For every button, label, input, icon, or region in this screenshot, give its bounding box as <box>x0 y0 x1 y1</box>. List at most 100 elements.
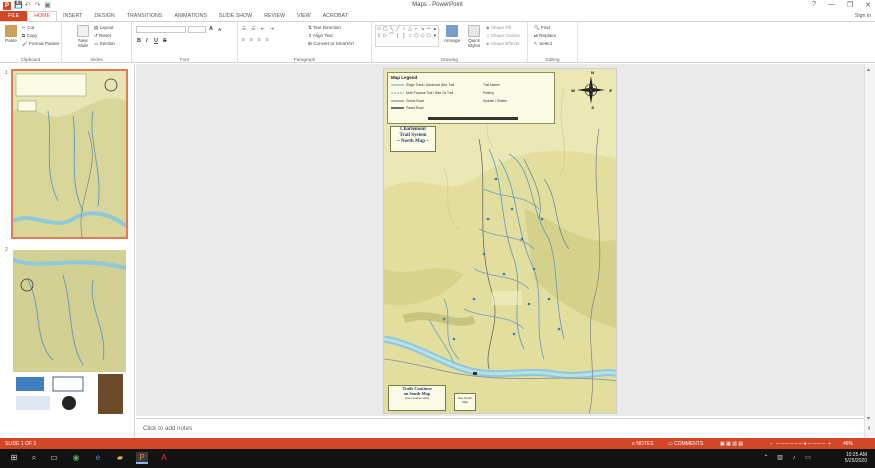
legend-entry: Hydrant / Shelter <box>483 99 507 103</box>
font-group: A A B I U S Font <box>132 22 238 63</box>
shapes-gallery[interactable]: ▭ ▢ ╲ ╱ ○ △ ⌐ ↘ ⇨ ▴ ⇩ ▷ ⌒{} ☆ ⬡ ◇ ⬠ ▾ <box>375 25 439 47</box>
volume-icon[interactable]: ♪ <box>788 452 800 464</box>
window-controls: ? — ❐ ✕ <box>812 1 871 9</box>
slide-thumbnail-2[interactable] <box>13 250 126 416</box>
paste-button[interactable]: Paste <box>3 25 19 43</box>
reset-button[interactable]: ↺ Reset <box>94 33 111 39</box>
find-label: Find <box>541 25 550 30</box>
convert-smartart-button[interactable]: ⊞ Convert to SmartArt <box>308 41 354 47</box>
south-map-note: See South Map <box>454 393 476 411</box>
map-legend: Map Legend Single Track / Advanced Bike … <box>387 72 555 124</box>
start-icon[interactable]: ⊞ <box>8 452 20 464</box>
previous-slide-icon[interactable]: ⇞ <box>867 426 871 432</box>
powerpoint-taskbar-icon[interactable]: P <box>136 452 148 464</box>
section-button[interactable]: ▭ Section <box>94 41 115 47</box>
layout-button[interactable]: ▤ Layout <box>94 25 113 31</box>
vertical-scrollbar[interactable]: ▴ ▾ ⇞ <box>864 64 875 438</box>
format-painter-button[interactable]: 🖌 Format Painter <box>22 41 60 47</box>
find-button[interactable]: 🔍 Find <box>534 25 550 31</box>
legend-title: Map Legend <box>391 75 418 80</box>
slide-thumbnails-pane: 1 2 <box>0 64 135 438</box>
thumbnail-map-1 <box>13 71 126 237</box>
scroll-down-icon[interactable]: ▾ <box>867 415 870 422</box>
select-button[interactable]: ↖ Select <box>534 41 552 47</box>
select-label: Select <box>539 41 552 46</box>
paste-label: Paste <box>5 38 17 43</box>
quick-styles-button[interactable]: Quick Styles <box>464 25 484 48</box>
cut-button[interactable]: ✂ Cut <box>22 25 34 31</box>
shape-fill-button[interactable]: ◆ Shape Fill <box>486 25 511 31</box>
arrange-button[interactable]: Arrange <box>442 25 462 43</box>
sign-in-link[interactable]: Sign in <box>855 13 871 19</box>
compass-rose-icon <box>577 76 605 104</box>
slide-counter: SLIDE 1 OF 2 <box>5 441 37 447</box>
system-clock[interactable]: 10:25 AM 5/25/2020 <box>845 452 867 464</box>
bold-button[interactable]: B <box>137 38 141 44</box>
slide-number-2: 2 <box>5 247 8 253</box>
view-buttons[interactable]: ▣ ▦ ▥ ▤ <box>720 441 743 447</box>
minimize-button[interactable]: — <box>828 1 835 9</box>
compass-south-label: S <box>591 105 594 110</box>
clipboard-group-label: Clipboard <box>20 57 41 62</box>
legend-entry: Paved Road <box>406 106 424 110</box>
task-view-icon[interactable]: ▭ <box>48 452 60 464</box>
tray-up-icon[interactable]: ⌃ <box>760 452 772 464</box>
clock-date: 5/25/2020 <box>844 458 867 464</box>
edge-icon[interactable]: e <box>92 452 104 464</box>
zoom-level[interactable]: 46% <box>843 441 853 447</box>
compass-west-label: W <box>571 88 575 93</box>
title-bar: P 💾 ↶ ↷ ▣ Maps - PowerPoint ? — ❐ ✕ <box>0 0 875 11</box>
italic-button[interactable]: I <box>146 38 148 44</box>
convert-smartart-label: Convert to SmartArt <box>313 41 354 46</box>
shape-effects-button[interactable]: ◈ Shape Effects <box>486 41 519 47</box>
shape-outline-button[interactable]: ◇ Shape Outline <box>486 33 520 39</box>
zoom-slider[interactable]: − ──────●──── + <box>770 441 832 447</box>
clipboard-group: Paste ✂ Cut ⧉ Copy 🖌 Format Painter Clip… <box>0 22 62 63</box>
quick-styles-label: Quick Styles <box>467 38 481 48</box>
close-button[interactable]: ✕ <box>865 1 871 9</box>
comments-toggle-label: COMMENTS <box>674 441 704 447</box>
shape-effects-label: Shape Effects <box>490 41 520 46</box>
font-size-box[interactable] <box>188 26 206 33</box>
chrome-icon[interactable]: ◉ <box>70 452 82 464</box>
arrange-label: Arrange <box>443 38 461 43</box>
font-name-box[interactable] <box>136 26 186 33</box>
strikethrough-button[interactable]: S <box>163 38 167 44</box>
shape-icon[interactable]: ▾ <box>432 33 438 40</box>
align-text-button[interactable]: ⇕ Align Text <box>308 33 333 39</box>
keyboard-icon[interactable]: ▭ <box>802 452 814 464</box>
new-slide-label: New Slide <box>77 38 89 48</box>
text-direction-label: Text Direction <box>313 25 341 30</box>
slide-thumbnail-1[interactable] <box>11 69 128 239</box>
underline-button[interactable]: U <box>154 38 158 44</box>
align-icons[interactable]: ≡ ≡ ≡ ≡ <box>242 37 271 42</box>
slide-canvas[interactable]: Map Legend Single Track / Advanced Bike … <box>383 68 617 414</box>
file-explorer-icon[interactable]: ▰ <box>114 452 126 464</box>
notes-pane[interactable]: Click to add notes <box>136 418 864 438</box>
compass-east-label: E <box>609 88 612 93</box>
font-group-label: Font <box>179 57 190 62</box>
slides-group: New Slide ▤ Layout ↺ Reset ▭ Section Sli… <box>62 22 132 63</box>
ribbon: Paste ✂ Cut ⧉ Copy 🖌 Format Painter Clip… <box>0 21 875 63</box>
scroll-up-icon[interactable]: ▴ <box>867 66 870 73</box>
copy-button[interactable]: ⧉ Copy <box>22 33 37 38</box>
replace-label: Replace <box>539 33 556 38</box>
notes-placeholder[interactable]: Click to add notes <box>143 425 192 432</box>
grow-font-button[interactable]: A <box>209 26 213 32</box>
replace-button[interactable]: ⇄ Replace <box>534 33 556 39</box>
notes-toggle[interactable]: ≡ NOTES <box>632 441 654 447</box>
text-direction-button[interactable]: ⇅ Text Direction <box>308 25 341 31</box>
search-icon[interactable]: ⌕ <box>28 452 40 464</box>
help-button[interactable]: ? <box>812 1 816 9</box>
restore-button[interactable]: ❐ <box>847 1 853 9</box>
new-slide-button[interactable]: New Slide <box>74 25 92 48</box>
shrink-font-button[interactable]: A <box>218 27 221 32</box>
shape-icon[interactable]: ▴ <box>432 26 438 33</box>
comments-toggle[interactable]: ▭ COMMENTS <box>668 441 703 447</box>
reset-label: Reset <box>99 33 112 38</box>
acrobat-icon[interactable]: A <box>158 452 170 464</box>
bullets-icon[interactable]: ☰ ☰ ⇤ ⇥ <box>242 26 276 32</box>
network-icon[interactable]: ▥ <box>774 452 786 464</box>
drawing-group-label: Drawing <box>441 57 458 62</box>
map-title-box: Charlemont Trail System ~ North Map ~ <box>390 126 436 152</box>
